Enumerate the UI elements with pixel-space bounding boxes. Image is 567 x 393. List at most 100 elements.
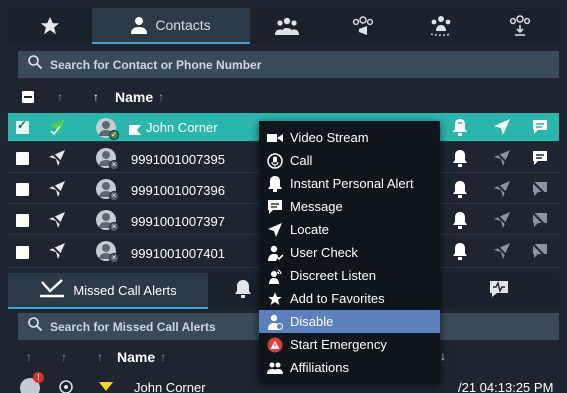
locate-arrow-icon [267,222,283,238]
sort-name-arrow[interactable]: ↑ [160,350,166,364]
sort-time-arrow[interactable]: ↓ [440,349,446,363]
tab-groups[interactable] [250,8,324,44]
sort-status-arrow[interactable]: ↑ [26,350,32,364]
contact-name: 9991001007395 [131,152,225,167]
menu-item-label: Discreet Listen [290,268,376,283]
download-group-icon [508,15,532,37]
tab-contacts[interactable]: Contacts [92,8,250,44]
broadcast-group-icon [351,16,375,36]
alert-bell-icon[interactable] [452,118,468,141]
location-off-icon [48,211,66,234]
call-icon [267,152,283,169]
alert-bell-icon[interactable] [452,180,468,203]
message-disabled-icon[interactable] [531,242,549,265]
menu-item-add-to-favorites[interactable]: Add to Favorites [259,287,440,310]
alert-bell-icon[interactable] [452,149,468,172]
voice-message-icon [488,279,510,304]
menu-item-label: Call [290,153,313,168]
locate-disabled-icon[interactable] [493,149,511,172]
tab-missed-call-alerts[interactable]: Missed Call Alerts [8,273,208,309]
contact-search-field[interactable]: Search for Contact or Phone Number [18,51,559,78]
tab-voice-messages[interactable] [438,273,559,309]
message-icon[interactable] [531,149,549,172]
menu-item-label: Start Emergency [290,337,387,352]
star-icon [39,15,61,37]
row-checkbox[interactable] [16,118,29,134]
avatar: ✓ [96,118,119,140]
sort-type-arrow[interactable]: ↑ [61,350,67,364]
sort-status-arrow[interactable]: ↑ [93,90,99,104]
contact-search-placeholder: Search for Contact or Phone Number [50,57,262,72]
avatar: × [96,148,119,170]
message-disabled-icon[interactable] [531,211,549,234]
dynamic-group-icon [429,15,453,37]
menu-item-locate[interactable]: Locate [259,218,440,241]
menu-item-label: Video Stream [290,130,369,145]
locate-disabled-icon[interactable] [493,211,511,234]
message-disabled-icon[interactable] [531,180,549,203]
location-off-icon [48,180,66,203]
disable-user-icon [267,314,283,330]
tab-dynamic-groups[interactable] [402,8,480,44]
contact-name: 9991001007397 [131,214,225,229]
voice-call-icon [59,380,73,393]
location-arrow-icon [48,118,66,141]
missed-call-table-header: ↑ ↑ ↑ Name ↑ [26,349,266,365]
menu-item-call[interactable]: Call [259,149,440,172]
status-offline-icon: × [109,253,119,263]
person-icon [131,16,148,34]
incoming-call-icon [99,379,113,393]
menu-item-disable[interactable]: Disable [259,310,440,333]
emergency-icon [267,337,283,353]
select-all-checkbox[interactable] [22,91,34,103]
menu-item-label: Disable [290,314,334,329]
locate-disabled-icon[interactable] [493,242,511,265]
menu-item-message[interactable]: Message [259,195,440,218]
message-icon[interactable] [531,118,549,141]
avatar: × [96,179,119,201]
sort-location-arrow[interactable]: ↑ [57,90,63,104]
row-checkbox[interactable] [16,213,29,227]
menu-item-label: Message [290,199,343,214]
locate-disabled-icon[interactable] [493,180,511,203]
missed-call-search-field[interactable]: Search for Missed Call Alerts [18,313,259,340]
user-check-icon [267,245,283,261]
tab-contacts-label: Contacts [155,17,211,33]
star-icon [267,291,283,307]
alert-bell-icon[interactable] [452,242,468,265]
sort-name-arrow[interactable]: ↑ [158,90,164,104]
contacts-table-header: ↑ ↑ Name ↑ [22,89,322,105]
locate-arrow-icon[interactable] [493,118,511,141]
missed-call-time: /21 04:13:25 PM [458,380,554,393]
sort-direction-arrow[interactable]: ↑ [97,350,103,364]
menu-item-instant-personal-alert[interactable]: Instant Personal Alert [259,172,440,195]
name-column-header[interactable]: Name [115,89,153,105]
menu-item-start-emergency[interactable]: Start Emergency [259,333,440,356]
tab-broadcast[interactable] [324,8,402,44]
missed-name-column-header[interactable]: Name [117,349,155,365]
menu-item-affiliations[interactable]: Affiliations [259,356,440,379]
missed-call-icon [39,278,65,303]
row-checkbox[interactable] [16,245,29,259]
bell-icon [267,175,283,192]
location-off-icon [48,149,66,172]
location-off-icon [48,242,66,265]
alert-bell-icon[interactable] [452,211,468,234]
row-checkbox[interactable] [16,182,29,196]
menu-item-user-check[interactable]: User Check [259,241,440,264]
flag-icon [129,122,141,140]
missed-call-search-placeholder: Search for Missed Call Alerts [50,319,216,334]
status-offline-icon: × [109,222,119,232]
top-tab-bar: Contacts [8,8,559,44]
tab-favorites[interactable] [8,8,92,44]
menu-item-video-stream[interactable]: Video Stream [259,126,440,149]
avatar: ! [20,372,44,393]
menu-item-label: Instant Personal Alert [290,176,414,191]
contact-name: 9991001007396 [131,183,225,198]
contact-name: John Corner [146,119,218,135]
menu-item-discreet-listen[interactable]: Discreet Listen [259,264,440,287]
row-checkbox[interactable] [16,151,29,165]
tab-download[interactable] [480,8,559,44]
missed-call-search-field-end[interactable] [440,313,559,340]
video-icon [267,130,283,146]
